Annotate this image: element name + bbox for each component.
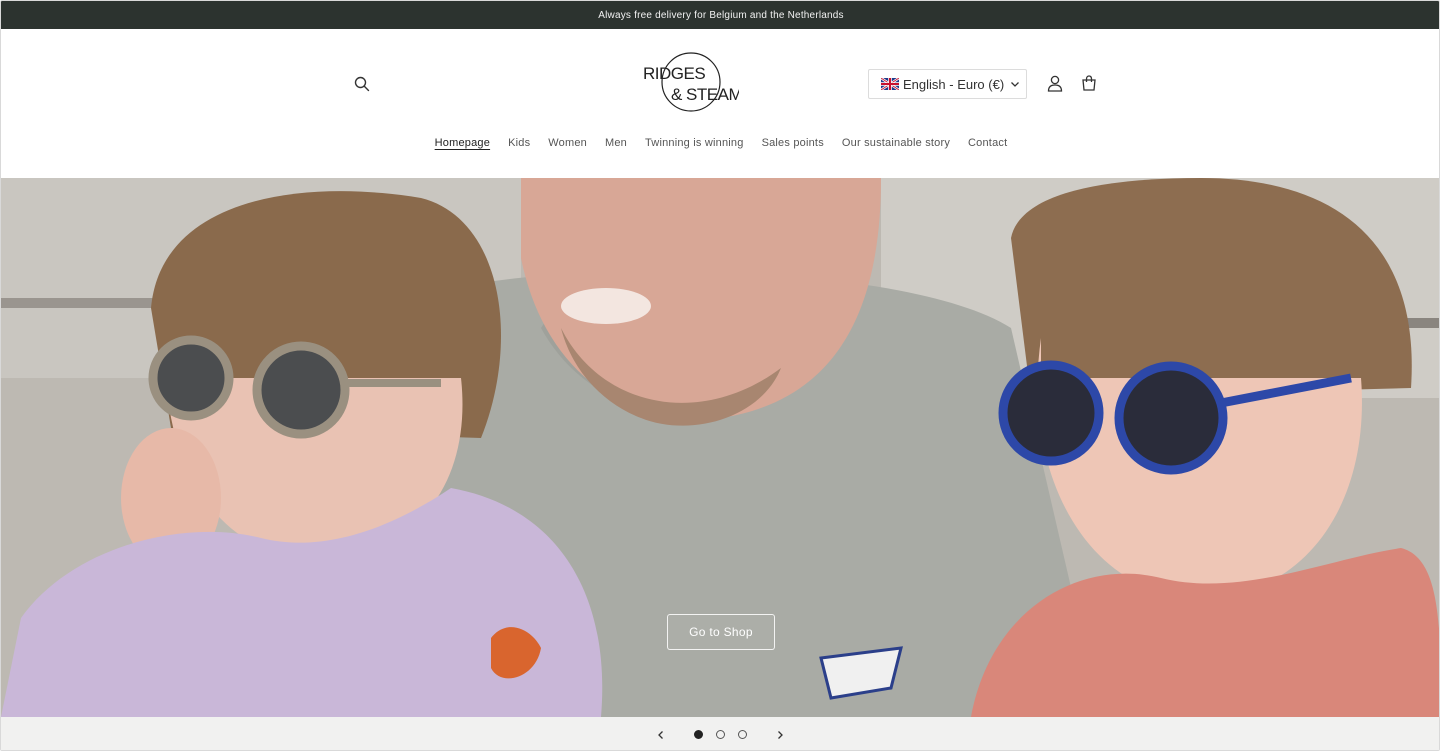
- locale-label: English - Euro (€): [903, 76, 1005, 92]
- nav-item-men[interactable]: Men: [605, 137, 627, 157]
- uk-flag-icon: [881, 78, 899, 90]
- page-frame: Always free delivery for Belgium and the…: [0, 0, 1440, 751]
- announcement-bar: Always free delivery for Belgium and the…: [1, 1, 1439, 29]
- account-button[interactable]: [1044, 72, 1066, 94]
- chevron-right-icon: [778, 731, 783, 739]
- cart-icon: [1082, 75, 1096, 91]
- nav-item-women[interactable]: Women: [548, 137, 587, 157]
- site-header: RIDGES & STEAM English - Euro (€) Homepa…: [1, 29, 1439, 179]
- search-button[interactable]: [351, 73, 373, 95]
- go-to-shop-button[interactable]: Go to Shop: [667, 614, 775, 650]
- logo-line-2: & STEAM: [671, 85, 739, 104]
- go-to-shop-label: Go to Shop: [689, 625, 753, 639]
- slide-dot-3[interactable]: [738, 730, 747, 739]
- nav-item-twinning[interactable]: Twinning is winning: [645, 137, 744, 157]
- slideshow-controls: [1, 717, 1439, 750]
- search-icon: [354, 76, 370, 92]
- chevron-down-icon: [1011, 82, 1020, 87]
- site-logo[interactable]: RIDGES & STEAM: [639, 49, 743, 115]
- nav-item-sales-points[interactable]: Sales points: [762, 137, 824, 157]
- slide-dot-1[interactable]: [694, 730, 703, 739]
- next-slide-button[interactable]: [772, 727, 788, 743]
- announcement-text: Always free delivery for Belgium and the…: [598, 9, 844, 21]
- nav-item-kids[interactable]: Kids: [508, 137, 530, 157]
- slide-dot-2[interactable]: [716, 730, 725, 739]
- cart-button[interactable]: [1078, 72, 1100, 94]
- previous-slide-button[interactable]: [653, 727, 669, 743]
- chevron-left-icon: [658, 731, 663, 739]
- locale-selector[interactable]: English - Euro (€): [868, 69, 1027, 99]
- nav-item-contact[interactable]: Contact: [968, 137, 1007, 157]
- nav-item-sustainable-story[interactable]: Our sustainable story: [842, 137, 950, 157]
- logo-line-1: RIDGES: [643, 64, 705, 83]
- account-icon: [1047, 75, 1063, 92]
- nav-item-homepage[interactable]: Homepage: [435, 137, 490, 157]
- main-navigation: Homepage Kids Women Men Twinning is winn…: [1, 137, 1439, 157]
- hero-slideshow: Go to Shop: [1, 178, 1439, 717]
